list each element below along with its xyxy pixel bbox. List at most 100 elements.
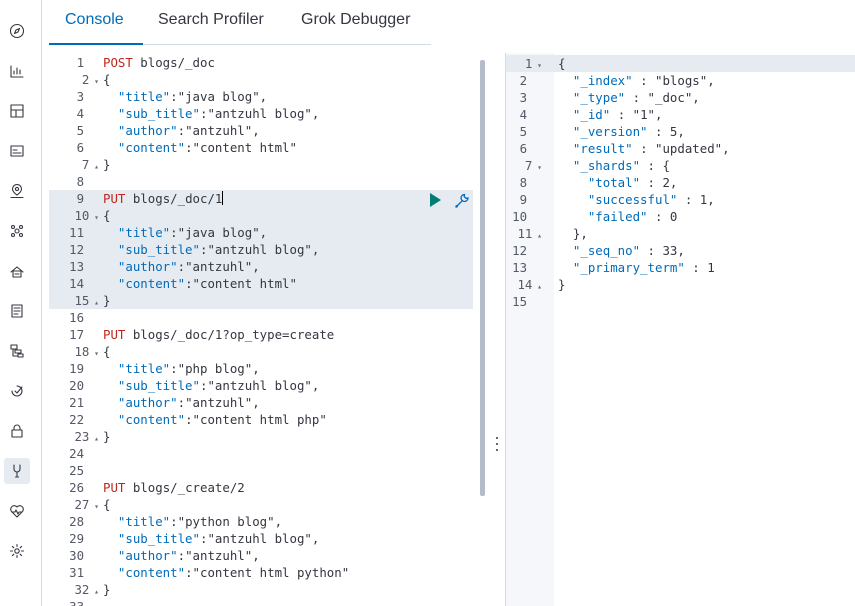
code-line[interactable]: "content":"content html"	[103, 275, 297, 292]
output-line: "failed" : 0	[587, 209, 678, 224]
dev-tools-tabs: Console Search Profiler Grok Debugger	[49, 0, 431, 45]
line-number: 25	[69, 463, 85, 478]
line-number: 12	[512, 243, 528, 258]
nav-dashboard-link[interactable]	[4, 58, 30, 84]
nav-canvas-link[interactable]	[4, 98, 30, 124]
fold-toggle-icon[interactable]: ▾	[532, 61, 542, 70]
code-line[interactable]: "content":"content html"	[103, 139, 297, 156]
line-number: 14	[69, 276, 85, 291]
line-number: 22	[69, 412, 85, 427]
code-line[interactable]: "author":"antzuhl",	[103, 122, 260, 139]
code-line[interactable]: }	[103, 428, 110, 445]
line-number: 1	[76, 55, 85, 70]
editor-scrollbar[interactable]	[480, 60, 485, 496]
code-line[interactable]: {	[103, 496, 110, 513]
nav-apm-link[interactable]	[4, 338, 30, 364]
code-line[interactable]: }	[103, 581, 110, 598]
nav-ml-link[interactable]	[4, 178, 30, 204]
code-line[interactable]: {	[103, 207, 110, 224]
request-editor[interactable]: 1 POST blogs/_doc 2 ▾ {3 "title":"java blo…	[49, 53, 490, 606]
code-line[interactable]: PUT blogs/_doc/1	[103, 190, 224, 207]
nav-compass-link[interactable]	[4, 18, 30, 44]
line-number: 9	[519, 192, 528, 207]
uptime-icon	[10, 266, 24, 278]
tab-console[interactable]: Console	[65, 11, 124, 29]
dashboard-icon	[10, 65, 24, 78]
code-line[interactable]: "content":"content html php"	[103, 411, 327, 428]
pane-resizer[interactable]	[492, 437, 502, 451]
nav-uptime-link[interactable]	[4, 258, 30, 284]
canvas-icon	[10, 104, 24, 118]
line-number: 2 ▾	[81, 72, 99, 87]
request-options-button[interactable]	[453, 192, 471, 210]
nav-management-link[interactable]	[4, 538, 30, 564]
fold-toggle-icon[interactable]: ▴	[532, 282, 542, 291]
tab-grok-debugger[interactable]: Grok Debugger	[301, 11, 410, 29]
code-line[interactable]: "author":"antzuhl",	[103, 547, 260, 564]
fold-toggle-icon[interactable]: ▴	[89, 434, 99, 443]
code-line[interactable]: "author":"antzuhl",	[103, 258, 260, 275]
send-request-button[interactable]	[427, 192, 443, 208]
line-number: 4	[519, 107, 528, 122]
code-line[interactable]: "title":"python blog",	[103, 513, 282, 530]
fold-toggle-icon[interactable]: ▾	[89, 349, 99, 358]
graph-icon	[10, 224, 24, 238]
output-line: "_id" : "1",	[572, 107, 663, 122]
code-line[interactable]: "sub_title":"antzuhl blog",	[103, 377, 319, 394]
fold-toggle-icon[interactable]: ▴	[89, 162, 99, 171]
code-line[interactable]: {	[103, 343, 110, 360]
fold-toggle-icon[interactable]: ▴	[89, 298, 99, 307]
code-line[interactable]: {	[103, 71, 110, 88]
nav-monitoring-link[interactable]	[4, 498, 30, 524]
maps-icon	[10, 145, 24, 157]
fold-toggle-icon[interactable]: ▾	[89, 213, 99, 222]
output-line: "_shards" : {	[572, 158, 670, 173]
code-line[interactable]: "title":"java blog",	[103, 88, 267, 105]
dev-tools-icon	[13, 464, 21, 478]
fold-toggle-icon[interactable]: ▾	[89, 77, 99, 86]
line-number: 31	[69, 565, 85, 580]
fold-toggle-icon[interactable]: ▴	[89, 587, 99, 596]
code-line[interactable]: "title":"java blog",	[103, 224, 267, 241]
line-number: 10	[512, 209, 528, 224]
code-line[interactable]: "title":"php blog",	[103, 360, 260, 377]
code-line[interactable]: }	[103, 156, 110, 173]
line-number: 8	[519, 175, 528, 190]
line-number: 10 ▾	[74, 208, 99, 223]
line-number: 33	[49, 598, 99, 606]
line-number: 13	[512, 260, 528, 275]
line-number: 8	[76, 174, 85, 189]
line-number: 30	[69, 548, 85, 563]
code-line[interactable]: "content":"content html python"	[103, 564, 349, 581]
line-number: 32 ▴	[74, 582, 99, 597]
code-line[interactable]: "sub_title":"antzuhl blog",	[103, 105, 319, 122]
compass-icon	[9, 23, 25, 39]
fold-toggle-icon[interactable]: ▾	[532, 163, 542, 172]
code-line[interactable]: PUT blogs/_create/2	[103, 479, 245, 496]
nav-security-link[interactable]	[4, 418, 30, 444]
line-number: 17	[69, 327, 85, 342]
code-line[interactable]: }	[103, 292, 110, 309]
line-number: 4	[76, 106, 85, 121]
nav-maps-link[interactable]	[4, 138, 30, 164]
nav-siem-link[interactable]	[4, 378, 30, 404]
line-number: 28	[69, 514, 85, 529]
line-number: 13	[69, 259, 85, 274]
line-number: 15 ▴	[74, 293, 99, 308]
output-line: },	[558, 226, 588, 241]
fold-toggle-icon[interactable]: ▾	[89, 502, 99, 511]
code-line[interactable]: "sub_title":"antzuhl blog",	[103, 530, 319, 547]
tab-search-profiler[interactable]: Search Profiler	[158, 11, 264, 29]
line-number: 19	[69, 361, 85, 376]
text-cursor	[222, 191, 224, 205]
code-line[interactable]: POST blogs/_doc	[103, 54, 215, 71]
nav-dev-tools-link[interactable]	[4, 458, 30, 484]
code-line[interactable]: "author":"antzuhl",	[103, 394, 260, 411]
code-line[interactable]: "sub_title":"antzuhl blog",	[103, 241, 319, 258]
active-tab-indicator	[49, 43, 143, 45]
apm-icon	[10, 344, 24, 358]
nav-logs-link[interactable]	[4, 298, 30, 324]
code-line[interactable]: PUT blogs/_doc/1?op_type=create	[103, 326, 334, 343]
fold-toggle-icon[interactable]: ▴	[532, 231, 542, 240]
nav-graph-link[interactable]	[4, 218, 30, 244]
